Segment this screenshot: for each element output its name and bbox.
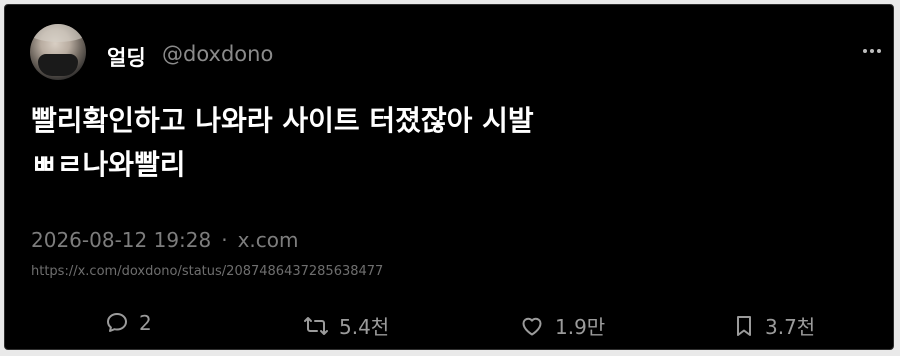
meta-separator: · [221,228,228,252]
retweet-button[interactable]: 5.4천 [303,311,389,340]
reply-count: 2 [139,311,152,335]
bookmark-icon [737,315,751,336]
tweet-text: 빨리확인하고 나와라 사이트 터졌잖아 시발 ㅃㄹ나와빨리 [31,99,534,187]
tweet-meta: 2026-08-12 19:28 · x.com [31,228,299,252]
tweet-text-line-1: 빨리확인하고 나와라 사이트 터졌잖아 시발 [31,104,534,137]
bookmark-count: 3.7천 [765,315,816,339]
like-count: 1.9만 [555,315,606,339]
retweet-count: 5.4천 [339,315,390,339]
avatar[interactable] [30,24,86,80]
action-bar: 2 5.4천 1.9만 3.7천 [5,311,895,347]
user-handle[interactable]: @doxdono [162,42,273,66]
display-name[interactable]: 얼딩 [107,42,146,72]
like-button[interactable]: 1.9만 [519,311,605,340]
tweet-text-line-2: ㅃㄹ나와빨리 [31,148,186,181]
avatar-hair [30,24,86,42]
more-horizontal-icon[interactable] [863,49,881,53]
bookmark-button[interactable]: 3.7천 [733,311,815,340]
timestamp[interactable]: 2026-08-12 19:28 [31,228,211,252]
reply-button[interactable]: 2 [105,311,152,335]
tweet-url[interactable]: https://x.com/doxdono/status/20874864372… [31,264,383,279]
source-link[interactable]: x.com [238,228,299,252]
avatar-mask [38,54,78,76]
retweet-arrows-icon [304,316,328,335]
tweet-card: 얼딩 @doxdono 빨리확인하고 나와라 사이트 터졌잖아 시발 ㅃㄹ나와빨… [4,4,894,350]
heart-icon [522,317,542,335]
speech-bubble-icon [107,313,127,332]
